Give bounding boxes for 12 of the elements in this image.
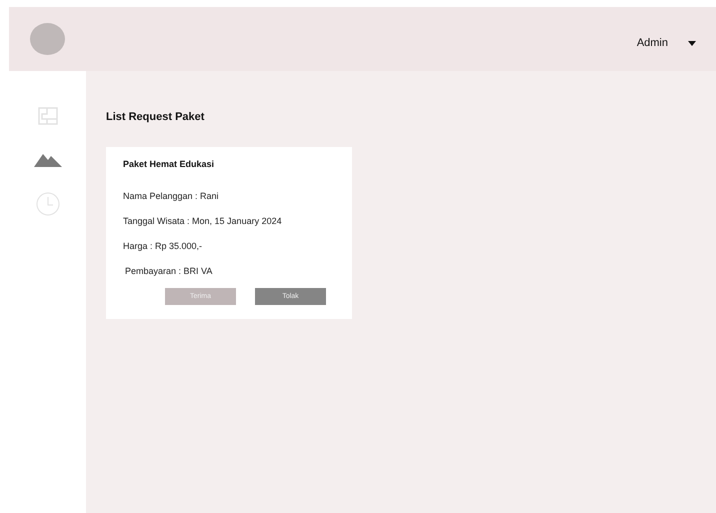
card-field: Tanggal Wisata : Mon, 15 January 2024 [123,216,336,226]
card-title: Paket Hemat Edukasi [123,159,216,169]
layout-icon [38,107,58,125]
card-field: Pembayaran : BRI VA [123,266,336,276]
caret-icon[interactable] [688,40,696,46]
mountain-icon [34,153,62,167]
user-name: Admin [636,37,668,49]
clock-icon [36,192,60,216]
card-field: Nama Pelanggan : Rani [123,191,336,201]
card-field: Harga : Rp 35.000,- [123,241,336,251]
page-title: List Request Paket [106,111,206,123]
logo [30,23,65,55]
